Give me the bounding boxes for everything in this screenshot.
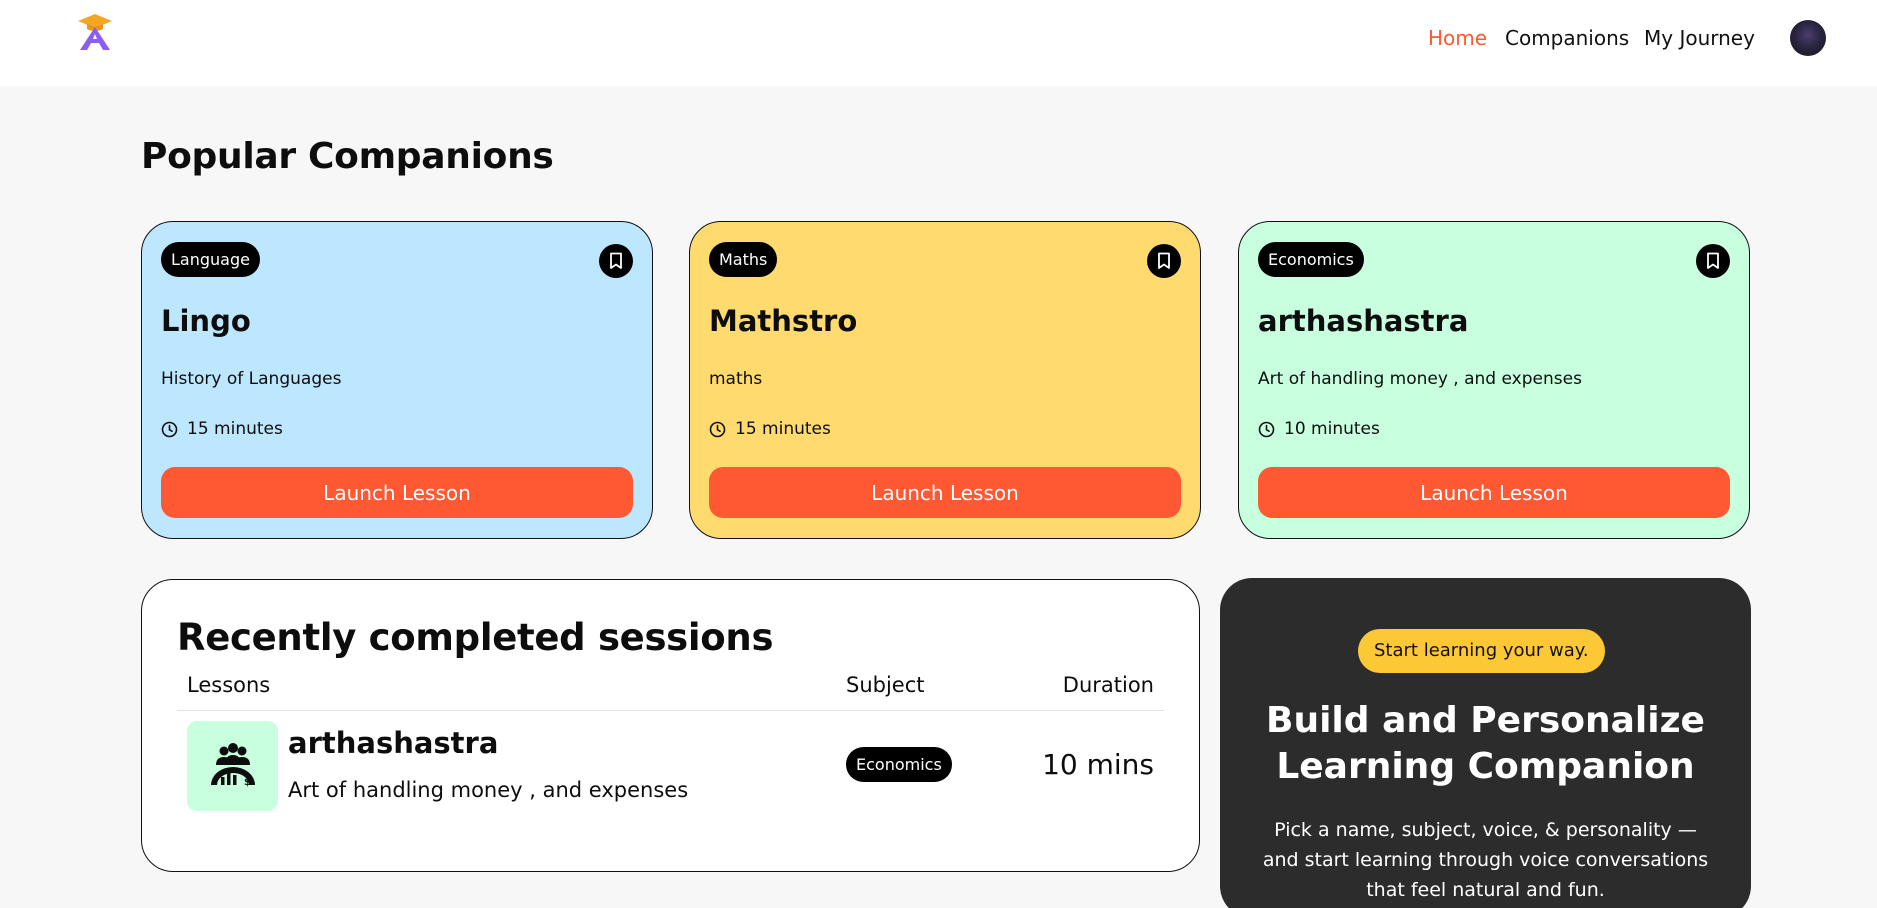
- companion-card-lingo: Language Lingo History of Languages 15 m…: [141, 221, 653, 539]
- subject-badge: Economics: [1258, 242, 1364, 277]
- column-header-subject: Subject: [846, 673, 925, 697]
- companion-duration: 15 minutes: [161, 419, 283, 439]
- column-header-lessons: Lessons: [187, 673, 271, 697]
- column-header-duration: Duration: [1062, 673, 1154, 697]
- cta-title: Build and Personalize Learning Companion: [1220, 698, 1751, 790]
- companion-topic: Art of handling money , and expenses: [1258, 369, 1582, 389]
- session-duration: 10 mins: [1042, 748, 1154, 781]
- clock-icon: [1258, 421, 1275, 437]
- table-divider: [177, 710, 1164, 711]
- bookmark-icon: [1158, 252, 1170, 269]
- nav-link-companions[interactable]: Companions: [1505, 26, 1629, 50]
- companion-name: Lingo: [161, 304, 251, 338]
- bookmark-button[interactable]: [1147, 244, 1181, 278]
- companion-name: Mathstro: [709, 304, 858, 338]
- section-title-popular: Popular Companions: [141, 136, 554, 177]
- duration-text: 15 minutes: [187, 419, 283, 439]
- bookmark-button[interactable]: [1696, 244, 1730, 278]
- companion-name: arthashastra: [1258, 304, 1469, 338]
- bookmark-button[interactable]: [599, 244, 633, 278]
- user-avatar[interactable]: [1790, 20, 1826, 56]
- recent-sessions-panel: Recently completed sessions Lessons Subj…: [141, 579, 1200, 872]
- session-lesson-name[interactable]: arthashastra: [288, 726, 498, 760]
- app-logo-icon[interactable]: [74, 10, 116, 52]
- launch-lesson-button[interactable]: Launch Lesson: [1258, 467, 1730, 518]
- recent-sessions-title: Recently completed sessions: [177, 616, 774, 659]
- create-companion-cta: Start learning your way. Build and Perso…: [1220, 578, 1751, 908]
- subject-badge: Maths: [709, 242, 778, 277]
- svg-text:$: $: [244, 777, 251, 788]
- companion-topic: maths: [709, 369, 763, 389]
- cta-pill-badge: Start learning your way.: [1358, 629, 1605, 673]
- companion-topic: History of Languages: [161, 369, 342, 389]
- companion-card-arthashastra: Economics arthashastra Art of handling m…: [1238, 221, 1750, 539]
- companion-duration: 10 minutes: [1258, 419, 1380, 439]
- session-lesson-topic: Art of handling money , and expenses: [288, 778, 689, 802]
- duration-text: 15 minutes: [735, 419, 831, 439]
- session-subject-badge: Economics: [846, 747, 952, 782]
- clock-icon: [709, 421, 726, 437]
- top-navbar: Home Companions My Journey: [0, 0, 1877, 86]
- launch-lesson-button[interactable]: Launch Lesson: [161, 467, 633, 518]
- economics-people-chart-icon: $: [187, 721, 278, 811]
- subject-badge: Language: [161, 242, 260, 277]
- clock-icon: [161, 421, 178, 437]
- launch-lesson-button[interactable]: Launch Lesson: [709, 467, 1181, 518]
- companion-duration: 15 minutes: [709, 419, 831, 439]
- companion-card-mathstro: Maths Mathstro maths 15 minutes Launch L…: [689, 221, 1201, 539]
- bookmark-icon: [1707, 252, 1719, 269]
- bookmark-icon: [610, 252, 622, 269]
- duration-text: 10 minutes: [1284, 419, 1380, 439]
- cta-title-line-2: Learning Companion: [1276, 746, 1695, 787]
- nav-link-home[interactable]: Home: [1428, 26, 1487, 50]
- cta-description: Pick a name, subject, voice, & personali…: [1262, 819, 1709, 901]
- nav-link-my-journey[interactable]: My Journey: [1644, 26, 1755, 50]
- cta-title-line-1: Build and Personalize: [1266, 700, 1705, 741]
